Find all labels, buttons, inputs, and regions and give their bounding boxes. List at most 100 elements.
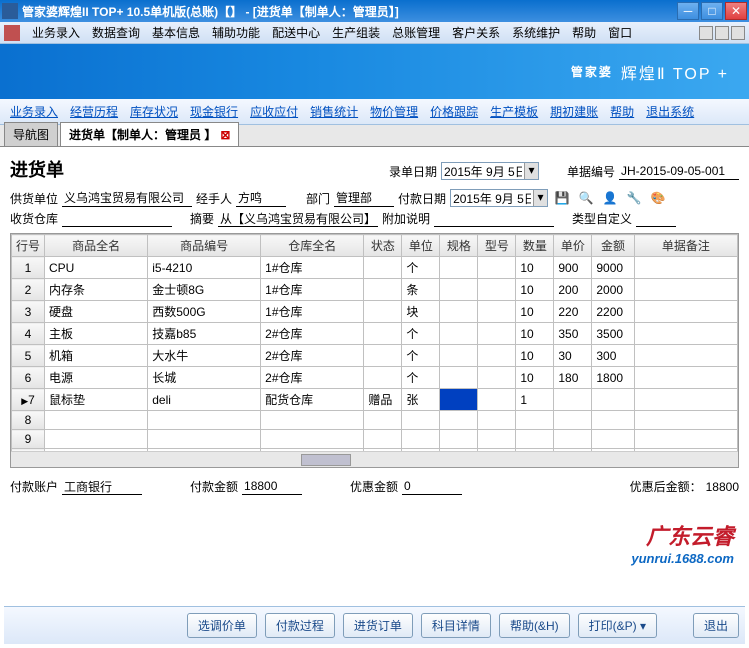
cell[interactable] — [402, 468, 440, 469]
cell[interactable] — [261, 468, 364, 469]
cell[interactable]: 大水牛 — [148, 345, 261, 367]
btn-selprice[interactable]: 选调价单 — [187, 613, 257, 638]
addnote-input[interactable] — [434, 210, 554, 227]
cell[interactable] — [148, 430, 261, 449]
save-icon[interactable]: 💾 — [553, 189, 571, 207]
cell[interactable] — [364, 257, 402, 279]
cell[interactable]: 鼠标垫 — [45, 389, 148, 411]
btn-order[interactable]: 进货订单 — [343, 613, 413, 638]
cell[interactable] — [592, 389, 634, 411]
menu-item[interactable]: 总账管理 — [386, 22, 446, 43]
cell[interactable]: 个 — [402, 345, 440, 367]
cell[interactable]: ▶7 — [12, 389, 45, 411]
cell[interactable] — [478, 345, 516, 367]
menu-item[interactable]: 帮助 — [566, 22, 602, 43]
cell[interactable] — [478, 411, 516, 430]
warehouse-input[interactable] — [62, 210, 172, 227]
cell[interactable] — [364, 411, 402, 430]
cell[interactable]: CPU — [45, 257, 148, 279]
cell[interactable]: 长城 — [148, 367, 261, 389]
cell[interactable]: 900 — [554, 257, 592, 279]
cell[interactable]: 5 — [12, 345, 45, 367]
cell[interactable]: 300 — [592, 345, 634, 367]
tool-item[interactable]: 现金银行 — [184, 100, 244, 123]
cell[interactable]: 硬盘 — [45, 301, 148, 323]
cell[interactable] — [634, 411, 737, 430]
docno-input[interactable] — [619, 163, 739, 180]
cell[interactable] — [478, 430, 516, 449]
close-button[interactable]: ✕ — [725, 2, 747, 20]
tool-item[interactable]: 生产模板 — [484, 100, 544, 123]
cell[interactable] — [440, 367, 478, 389]
table-row[interactable]: 4主板技嘉b852#仓库个103503500 — [12, 323, 738, 345]
cell[interactable] — [634, 468, 737, 469]
tab-close-icon[interactable]: ⊠ — [220, 128, 230, 142]
menu-item[interactable]: 数据查询 — [86, 22, 146, 43]
cell[interactable]: 2000 — [592, 279, 634, 301]
cell[interactable]: 9 — [12, 430, 45, 449]
table-row[interactable]: 9 — [12, 430, 738, 449]
menu-item[interactable]: 生产组装 — [326, 22, 386, 43]
tool-item[interactable]: 帮助 — [604, 100, 640, 123]
table-row[interactable]: 8 — [12, 411, 738, 430]
cell[interactable]: 3500 — [592, 323, 634, 345]
disc-input[interactable] — [402, 478, 462, 495]
cell[interactable] — [364, 279, 402, 301]
cell[interactable] — [478, 257, 516, 279]
tool-item[interactable]: 价格跟踪 — [424, 100, 484, 123]
table-row[interactable]: 1CPUi5-42101#仓库个109009000 — [12, 257, 738, 279]
maximize-button[interactable]: □ — [701, 2, 723, 20]
tool-item[interactable]: 期初建账 — [544, 100, 604, 123]
col-header[interactable]: 金额 — [592, 235, 634, 257]
cell[interactable]: 10 — [516, 323, 554, 345]
cell[interactable] — [440, 257, 478, 279]
col-header[interactable]: 行号 — [12, 235, 45, 257]
cell[interactable]: 200 — [554, 279, 592, 301]
menu-item[interactable]: 窗口 — [602, 22, 638, 43]
payacct-input[interactable] — [62, 478, 142, 495]
cell[interactable]: 350 — [554, 323, 592, 345]
paydate-picker[interactable]: ▾ — [450, 189, 548, 207]
cell[interactable]: 1 — [516, 389, 554, 411]
cell[interactable] — [554, 389, 592, 411]
table-row[interactable]: 5机箱大水牛2#仓库个1030300 — [12, 345, 738, 367]
menu-item[interactable]: 业务录入 — [26, 22, 86, 43]
entrydate-picker[interactable]: ▾ — [441, 162, 539, 180]
dept-input[interactable] — [334, 190, 394, 207]
user-icon[interactable]: 👤 — [601, 189, 619, 207]
tab-nav[interactable]: 导航图 — [4, 122, 58, 146]
col-header[interactable]: 商品编号 — [148, 235, 261, 257]
table-row[interactable]: ▶7鼠标垫deli配货仓库赠品张1 — [12, 389, 738, 411]
dropdown-icon[interactable]: ▾ — [524, 163, 538, 179]
cell[interactable] — [478, 301, 516, 323]
cell[interactable] — [364, 345, 402, 367]
col-header[interactable]: 状态 — [364, 235, 402, 257]
cell[interactable]: 1800 — [592, 367, 634, 389]
cell[interactable] — [440, 430, 478, 449]
palette-icon[interactable]: 🎨 — [649, 189, 667, 207]
cell[interactable] — [148, 468, 261, 469]
cell[interactable] — [592, 430, 634, 449]
cell[interactable]: 10 — [516, 279, 554, 301]
tool-item[interactable]: 库存状况 — [124, 100, 184, 123]
menu-item[interactable]: 客户关系 — [446, 22, 506, 43]
cell[interactable] — [516, 430, 554, 449]
payamt-input[interactable] — [242, 478, 302, 495]
cell[interactable] — [554, 430, 592, 449]
col-header[interactable]: 规格 — [440, 235, 478, 257]
cell[interactable]: 11 — [12, 468, 45, 469]
col-header[interactable]: 商品全名 — [45, 235, 148, 257]
cell[interactable]: 2#仓库 — [261, 323, 364, 345]
scroll-thumb[interactable] — [301, 454, 351, 466]
cell[interactable] — [402, 411, 440, 430]
cell[interactable] — [634, 367, 737, 389]
btn-exit[interactable]: 退出 — [693, 613, 739, 638]
cell[interactable]: 块 — [402, 301, 440, 323]
cell[interactable]: deli — [148, 389, 261, 411]
menu-item[interactable]: 配送中心 — [266, 22, 326, 43]
cell[interactable]: 10 — [516, 301, 554, 323]
cell[interactable] — [634, 323, 737, 345]
cell[interactable]: 1#仓库 — [261, 257, 364, 279]
cell[interactable]: 配货仓库 — [261, 389, 364, 411]
supplier-input[interactable] — [62, 190, 192, 207]
